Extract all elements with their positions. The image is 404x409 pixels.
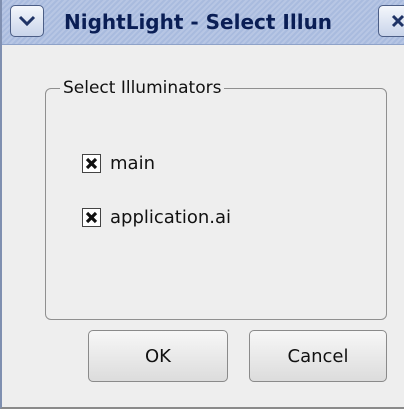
checkbox-row-application[interactable]: application.ai bbox=[82, 204, 231, 230]
cancel-button[interactable]: Cancel bbox=[249, 330, 387, 382]
ok-button[interactable]: OK bbox=[88, 330, 228, 382]
checkbox-main[interactable] bbox=[82, 153, 101, 173]
window-menu-button[interactable] bbox=[10, 5, 44, 37]
title-bar[interactable]: NightLight - Select Illun bbox=[2, 0, 404, 45]
checkbox-row-main[interactable]: main bbox=[82, 150, 155, 176]
checkbox-label-application: application.ai bbox=[110, 206, 232, 228]
window-title: NightLight - Select Illun bbox=[64, 10, 333, 34]
close-icon bbox=[391, 14, 404, 28]
dialog-window: NightLight - Select Illun Select Illumin… bbox=[0, 0, 404, 409]
chevron-down-icon bbox=[18, 15, 36, 27]
close-button[interactable] bbox=[378, 5, 404, 37]
checkbox-application[interactable] bbox=[82, 207, 101, 227]
groupbox-title: Select Illuminators bbox=[60, 74, 225, 102]
checkmark-x-icon bbox=[85, 211, 98, 223]
checkbox-label-main: main bbox=[110, 152, 155, 174]
checkmark-x-icon bbox=[85, 157, 98, 169]
